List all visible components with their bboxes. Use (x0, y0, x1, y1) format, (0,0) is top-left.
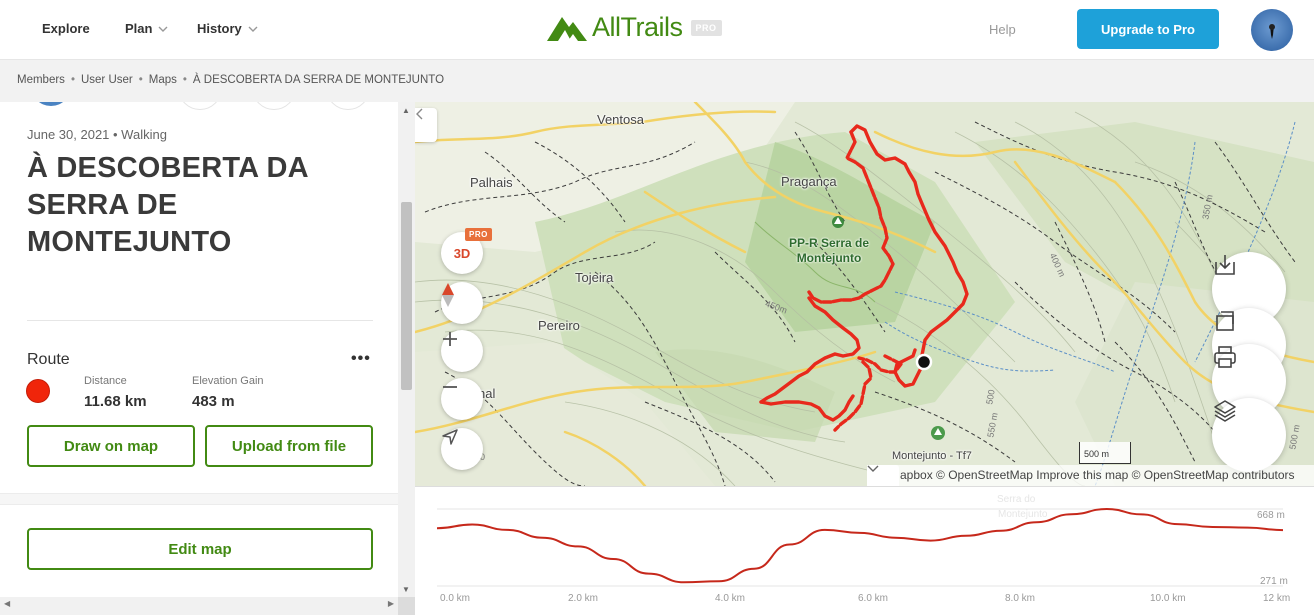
place-label-pereiro: Pereiro (538, 318, 580, 333)
scroll-up-icon[interactable]: ▲ (402, 106, 410, 115)
breadcrumb-current-map: À DESCOBERTA DA SERRA DE MONTEJUNTO (192, 74, 445, 86)
map-details-sidebar: June 30, 2021 • Walking À DESCOBERTA DA … (0, 102, 398, 600)
locate-me-button[interactable] (441, 428, 483, 470)
distance-label: Distance (84, 375, 127, 387)
page-title: À DESCOBERTA DA SERRA DE MONTEJUNTO (27, 152, 308, 258)
map-layers-button[interactable] (1212, 398, 1286, 472)
chevron-down-icon (248, 26, 258, 32)
elevation-x-label: 12 km (1263, 593, 1291, 604)
elevation-x-label: 4.0 km (715, 593, 746, 604)
nav-history-label: History (197, 21, 242, 36)
elevation-profile[interactable]: Serra do Montejunto 668 m 271 m 0.0 km 2… (415, 486, 1314, 615)
horizontal-scrollbar[interactable]: ◀ ▶ (0, 597, 398, 615)
scroll-down-icon[interactable]: ▼ (402, 585, 410, 594)
minus-icon (443, 386, 457, 388)
layers-icon (1214, 400, 1236, 422)
pro-badge: PRO (465, 228, 492, 241)
breadcrumb: Members • User User • Maps • À DESCOBERTA DA S… (0, 60, 1314, 102)
place-label-praganca: Pragança (781, 174, 837, 189)
map-date-activity: June 30, 2021 • Walking (27, 127, 167, 142)
scroll-left-icon[interactable]: ◀ (4, 599, 10, 608)
place-label-montejunto-tf7: Montejunto - Tf7 (892, 450, 972, 462)
mountain-logo-icon (547, 16, 587, 41)
chevron-down-icon (867, 465, 879, 472)
upgrade-to-pro-button[interactable]: Upgrade to Pro (1077, 9, 1219, 49)
route-color-swatch[interactable] (26, 379, 50, 403)
collapse-sidebar-button[interactable] (415, 108, 437, 142)
upload-from-file-button[interactable]: Upload from file (205, 425, 373, 467)
elevation-gain-value: 483 m (192, 393, 235, 410)
print-icon (1214, 346, 1236, 368)
logo-text: AllTrails (592, 12, 683, 42)
elevation-x-label: 6.0 km (858, 593, 889, 604)
park-label-line2: Montejunto (796, 251, 862, 265)
location-arrow-icon (442, 429, 458, 445)
nav-plan[interactable]: Plan (125, 21, 168, 36)
elevation-ghost-label: Montejunto (998, 509, 1048, 520)
trail-map[interactable]: Ventosa Palhais Pragança PP-R Serra de Mo… (415, 102, 1314, 486)
zoom-in-button[interactable] (441, 330, 483, 372)
elevation-x-label: 10.0 km (1150, 593, 1186, 604)
sidebar-scrollbar[interactable]: ▲ ▼ (398, 102, 415, 600)
nav-plan-label: Plan (125, 21, 153, 36)
help-link[interactable]: Help (989, 22, 1016, 37)
place-label-park: PP-R Serra de Montejunto (789, 236, 869, 266)
map-terrain (415, 102, 1314, 486)
place-label-tojeira: Tojeira (575, 270, 614, 285)
scroll-corner (398, 597, 415, 615)
compass-icon (442, 283, 454, 307)
plus-icon (443, 332, 457, 346)
partial-action-circle[interactable] (178, 102, 222, 110)
nav-explore-label: Explore (42, 21, 90, 36)
elevation-min-label: 271 m (1260, 576, 1288, 587)
share-icon (1216, 311, 1234, 331)
chevron-down-icon (158, 26, 168, 32)
logo-pro-badge: PRO (690, 19, 722, 36)
alltrails-logo[interactable]: AllTrails PRO (546, 12, 722, 43)
elevation-x-label: 2.0 km (568, 593, 599, 604)
chevron-left-icon (416, 108, 423, 120)
breadcrumb-members[interactable]: Members (17, 74, 65, 86)
compass-button[interactable] (441, 282, 483, 324)
avatar[interactable] (1251, 9, 1293, 51)
section-separator (0, 493, 398, 505)
breadcrumb-user[interactable]: User User (81, 74, 133, 86)
edit-map-button[interactable]: Edit map (27, 528, 373, 570)
map-scale: 500 m (1079, 442, 1131, 464)
park-label-line1: PP-R Serra de (789, 236, 870, 250)
partial-avatar (30, 102, 72, 106)
place-label-palhais: Palhais (470, 175, 513, 190)
top-header: Explore Plan History AllTrails PRO Help … (0, 0, 1314, 60)
partial-action-circle[interactable] (326, 102, 370, 110)
place-label-ventosa: Ventosa (597, 112, 644, 127)
nav-history[interactable]: History (197, 21, 258, 36)
elevation-max-label: 668 m (1257, 510, 1285, 521)
elevation-x-label: 8.0 km (1005, 593, 1036, 604)
breadcrumb-maps[interactable]: Maps (149, 74, 177, 86)
elevation-gain-label: Elevation Gain (192, 375, 264, 387)
user-avatar-icon (1269, 24, 1275, 39)
download-icon (1215, 255, 1235, 275)
route-more-menu-icon[interactable]: ••• (351, 350, 371, 368)
elevation-line (436, 507, 1284, 584)
expand-elevation-button[interactable] (867, 465, 899, 486)
zoom-out-button[interactable] (441, 378, 483, 420)
partial-action-circle[interactable] (252, 102, 296, 110)
route-heading: Route (27, 351, 70, 368)
draw-on-map-button[interactable]: Draw on map (27, 425, 195, 467)
divider (27, 320, 373, 321)
scrollbar-thumb[interactable] (401, 202, 412, 390)
elevation-ghost-label: Serra do (997, 494, 1036, 505)
scroll-right-icon[interactable]: ▶ (388, 599, 394, 608)
distance-value: 11.68 km (84, 393, 147, 410)
map-attribution[interactable]: apbox © OpenStreetMap Improve this map ©… (867, 465, 1314, 486)
elevation-x-label: 0.0 km (440, 593, 471, 604)
nav-explore[interactable]: Explore (42, 21, 90, 36)
